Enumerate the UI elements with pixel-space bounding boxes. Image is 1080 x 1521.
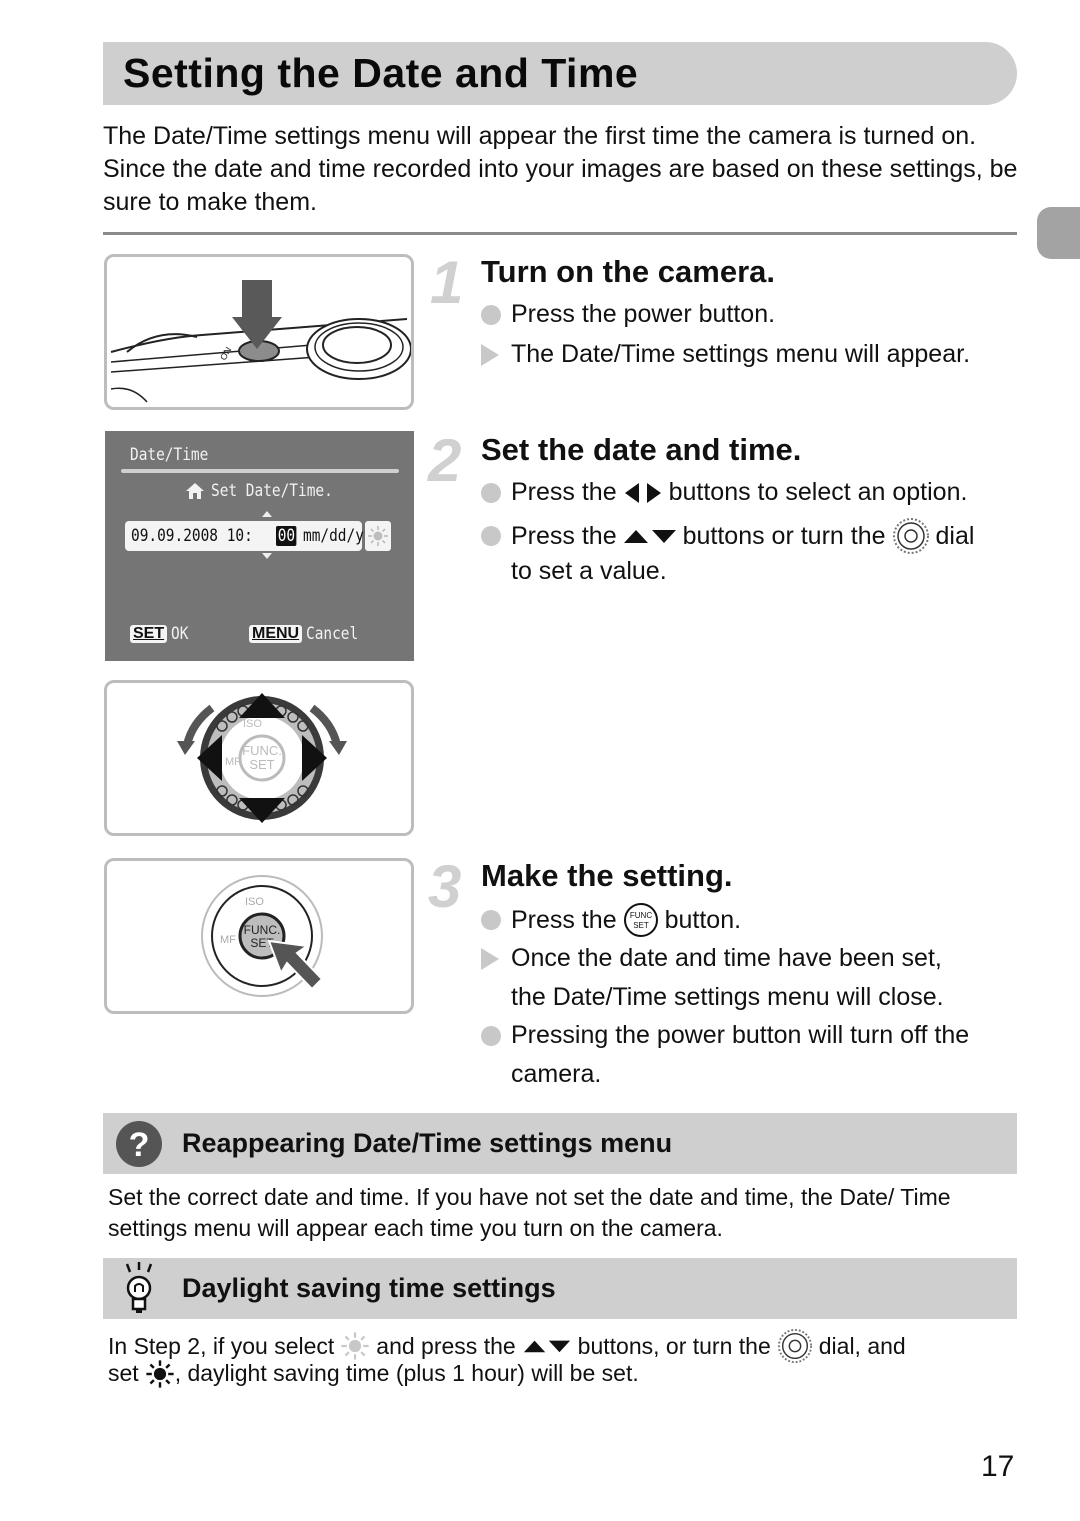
sun-off-icon bbox=[341, 1332, 369, 1360]
step-3-action-1-post: button. bbox=[664, 905, 742, 934]
step-2-action-2-continued: to set a value. bbox=[511, 557, 667, 585]
step-3-title: Make the setting. bbox=[481, 858, 733, 893]
screen-header: Date/Time bbox=[130, 445, 209, 465]
step-2-action-2: Press the buttons or turn the dial bbox=[481, 517, 974, 555]
step-number-3: 3 bbox=[428, 853, 462, 920]
action-bullet-icon bbox=[481, 304, 501, 325]
func-set-drawing: FUNC. SET ISO MF bbox=[201, 875, 324, 997]
ok-label: OK bbox=[171, 624, 189, 644]
svg-text:FUNC: FUNC bbox=[630, 911, 652, 920]
sun-icon bbox=[368, 526, 388, 546]
screen-divider bbox=[121, 469, 399, 473]
step-2-action-1-pre: Press the bbox=[511, 478, 617, 506]
control-dial-icon bbox=[892, 518, 929, 554]
sun-on-icon bbox=[146, 1359, 174, 1388]
up-down-buttons-icon bbox=[623, 530, 676, 543]
lightbulb-icon bbox=[125, 1262, 153, 1313]
camera-top-drawing: ON bbox=[110, 277, 411, 403]
svg-text:SET: SET bbox=[633, 921, 649, 930]
step-number-2: 2 bbox=[428, 427, 462, 494]
step-1-action: Press the power button. bbox=[481, 300, 775, 329]
step-1-result-text: The Date/Time settings menu will appear. bbox=[511, 340, 971, 368]
daylight-text-f: , daylight saving time (plus 1 hour) wil… bbox=[174, 1360, 639, 1386]
step-3-action-1: Press the FUNC SET button. bbox=[481, 902, 741, 938]
set-key-label: SET bbox=[130, 625, 168, 643]
step-3-action-2-text: Pressing the power button will turn off … bbox=[511, 1021, 970, 1049]
step-3-action-2: Pressing the power button will turn off … bbox=[481, 1021, 969, 1050]
date-format: mm/dd/yy bbox=[302, 526, 373, 546]
func-label: FUNC. bbox=[244, 923, 281, 937]
screen-message: Set Date/Time. bbox=[185, 481, 354, 501]
step-3-result: Once the date and time have been set, bbox=[481, 944, 942, 973]
daylight-saving-toggle[interactable] bbox=[365, 521, 391, 551]
intro-paragraph: The Date/Time settings menu will appear … bbox=[103, 122, 1018, 216]
daylight-text-c: buttons, or turn the bbox=[577, 1332, 771, 1359]
step-1-result: The Date/Time settings menu will appear. bbox=[481, 340, 970, 369]
date-time-field[interactable]: 09.09.2008 10: 00 mm/dd/yy bbox=[125, 521, 372, 551]
note-reappearing-title: Reappearing Date/Time settings menu bbox=[182, 1128, 673, 1158]
note-daylight-line-2: set , daylight saving time (plus 1 hour)… bbox=[108, 1358, 1008, 1389]
cancel-hint[interactable]: MENU Cancel bbox=[249, 624, 368, 644]
daylight-text-a: In Step 2, if you select bbox=[108, 1332, 335, 1359]
note-daylight-title: Daylight saving time settings bbox=[182, 1273, 556, 1303]
svg-text:?: ? bbox=[129, 1126, 150, 1164]
control-dial-illustration: FUNC. SET ISO MF bbox=[104, 680, 414, 836]
control-dial-drawing: FUNC. SET ISO MF bbox=[177, 693, 347, 823]
svg-text:ON: ON bbox=[218, 345, 233, 362]
step-2-action-1: Press the buttons to select an option. bbox=[481, 478, 967, 507]
dial-mf-label: MF bbox=[225, 756, 241, 768]
action-bullet-icon bbox=[481, 1025, 501, 1046]
daylight-text-d: dial, and bbox=[818, 1332, 906, 1359]
step-2-title: Set the date and time. bbox=[481, 432, 802, 467]
func-set-button-icon: FUNC SET bbox=[623, 903, 658, 937]
iso-label: ISO bbox=[245, 896, 264, 908]
step-3-result-continued: the Date/Time settings menu will close. bbox=[511, 983, 944, 1011]
step-2-action-2-mid: buttons or turn the bbox=[682, 521, 886, 550]
section-divider bbox=[103, 232, 1017, 235]
action-bullet-icon bbox=[481, 482, 501, 503]
step-3-result-text: Once the date and time have been set, bbox=[511, 944, 942, 972]
action-bullet-icon bbox=[481, 910, 501, 930]
cancel-label: Cancel bbox=[306, 624, 359, 644]
home-icon bbox=[186, 483, 204, 499]
chapter-tab bbox=[1037, 207, 1080, 259]
up-down-buttons-icon bbox=[523, 1340, 570, 1353]
result-arrow-icon bbox=[481, 947, 499, 970]
note-daylight-header: Daylight saving time settings bbox=[103, 1258, 1017, 1319]
step-2-action-1-post: buttons to select an option. bbox=[668, 478, 968, 506]
note-reappearing-body: Set the correct date and time. If you ha… bbox=[108, 1184, 951, 1241]
step-2-action-2-pre: Press the bbox=[511, 521, 617, 550]
mf-label: MF bbox=[220, 934, 236, 946]
power-button-illustration: ON bbox=[104, 254, 414, 410]
step-3-action-1-pre: Press the bbox=[511, 905, 617, 934]
step-3-action-2-continued: camera. bbox=[511, 1060, 602, 1088]
left-right-buttons-icon bbox=[624, 482, 661, 503]
result-arrow-icon bbox=[481, 343, 499, 366]
value-up-indicator bbox=[262, 511, 272, 517]
ok-hint[interactable]: SET OK bbox=[130, 624, 192, 644]
menu-key-label: MENU bbox=[249, 625, 303, 643]
step-number-1: 1 bbox=[430, 249, 464, 316]
daylight-text-e: set bbox=[108, 1360, 139, 1386]
step-2-action-2-post: dial bbox=[935, 521, 975, 550]
value-down-indicator bbox=[262, 553, 272, 559]
note-reappearing-header: ? Reappearing Date/Time settings menu bbox=[103, 1113, 1017, 1174]
selected-minutes[interactable]: 00 bbox=[276, 526, 298, 546]
page-number: 17 bbox=[981, 1450, 1015, 1483]
date-time-screen: Date/Time Set Date/Time. 09.09.2008 10: … bbox=[105, 431, 414, 661]
func-set-illustration: FUNC. SET ISO MF bbox=[104, 858, 414, 1014]
step-1-title: Turn on the camera. bbox=[481, 254, 775, 289]
dial-iso-label: ISO bbox=[243, 718, 262, 730]
date-time-value: 09.09.2008 10: bbox=[131, 526, 253, 546]
question-icon: ? bbox=[116, 1121, 162, 1167]
action-bullet-icon bbox=[481, 526, 501, 546]
daylight-text-b: and press the bbox=[376, 1332, 516, 1359]
step-1-action-text: Press the power button. bbox=[511, 300, 776, 328]
title-banner: Setting the Date and Time bbox=[103, 42, 1017, 105]
page-title: Setting the Date and Time bbox=[123, 50, 639, 96]
dial-set-label: SET bbox=[249, 757, 274, 772]
screen-message-text: Set Date/Time. bbox=[211, 481, 333, 501]
dial-func-label: FUNC. bbox=[242, 743, 282, 758]
